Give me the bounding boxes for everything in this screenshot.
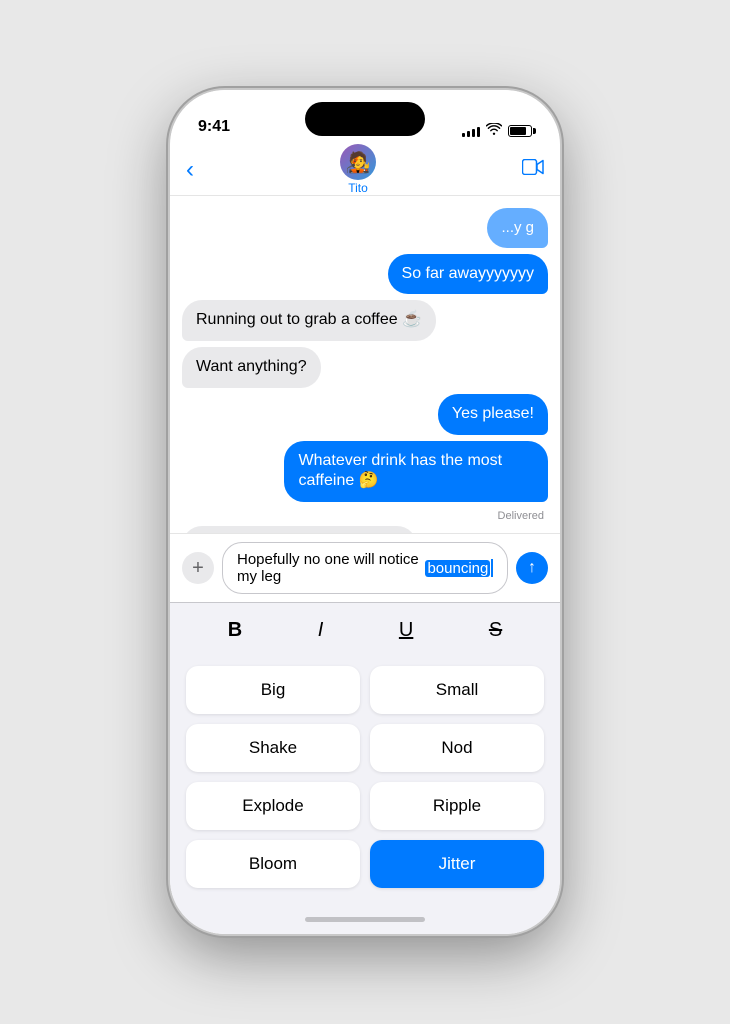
effect-jitter-button[interactable]: Jitter bbox=[370, 840, 544, 888]
plus-icon: + bbox=[192, 557, 204, 580]
effects-grid: Big Small Shake Nod Explode Ripple Bloom… bbox=[170, 658, 560, 904]
wifi-icon bbox=[486, 123, 502, 138]
message-row: Running out to grab a coffee ☕ bbox=[182, 300, 548, 341]
effect-bloom-button[interactable]: Bloom bbox=[186, 840, 360, 888]
back-button[interactable]: ‹ bbox=[186, 156, 194, 184]
message-bubble: One triple shot coming up ☕ bbox=[182, 526, 417, 533]
text-cursor bbox=[491, 559, 493, 577]
message-bubble: ...y g bbox=[487, 208, 548, 248]
nav-bar: ‹ 🧑‍🎤 Tito bbox=[170, 144, 560, 196]
message-bubble: Whatever drink has the most caffeine 🤔 bbox=[284, 441, 548, 503]
send-arrow-icon: ↑ bbox=[528, 559, 536, 577]
signal-icon bbox=[462, 125, 480, 137]
phone-screen: 9:41 bbox=[170, 90, 560, 934]
status-icons bbox=[462, 123, 532, 138]
message-row: ...y g bbox=[182, 208, 548, 248]
message-bubble: Want anything? bbox=[182, 347, 321, 388]
message-bubble: So far awayyyyyyy bbox=[388, 254, 548, 295]
effect-explode-button[interactable]: Explode bbox=[186, 782, 360, 830]
input-row: + Hopefully no one will notice my leg bo… bbox=[182, 542, 548, 594]
send-button[interactable]: ↑ bbox=[516, 552, 548, 584]
message-row: So far awayyyyyyy bbox=[182, 254, 548, 295]
input-area: + Hopefully no one will notice my leg bo… bbox=[170, 533, 560, 602]
italic-button[interactable]: I bbox=[306, 615, 336, 646]
message-row: Yes please! bbox=[182, 394, 548, 435]
battery-icon bbox=[508, 125, 532, 137]
message-row: Whatever drink has the most caffeine 🤔 bbox=[182, 441, 548, 503]
messages-area: ...y g So far awayyyyyyy Running out to … bbox=[170, 196, 560, 533]
bold-button[interactable]: B bbox=[216, 615, 254, 646]
avatar: 🧑‍🎤 bbox=[340, 144, 376, 180]
input-text-selected: bouncing bbox=[425, 560, 490, 577]
home-bar bbox=[305, 917, 425, 922]
strikethrough-button[interactable]: S bbox=[477, 615, 514, 646]
message-input[interactable]: Hopefully no one will notice my leg boun… bbox=[222, 542, 508, 594]
nav-actions bbox=[522, 158, 544, 181]
effect-nod-button[interactable]: Nod bbox=[370, 724, 544, 772]
effect-ripple-button[interactable]: Ripple bbox=[370, 782, 544, 830]
effect-big-button[interactable]: Big bbox=[186, 666, 360, 714]
delivered-label: Delivered bbox=[182, 510, 544, 522]
input-text-before: Hopefully no one will notice my leg bbox=[237, 551, 425, 585]
status-time: 9:41 bbox=[198, 118, 230, 138]
format-toolbar: B I U S bbox=[170, 602, 560, 658]
message-row: Want anything? bbox=[182, 347, 548, 388]
effect-shake-button[interactable]: Shake bbox=[186, 724, 360, 772]
contact-info[interactable]: 🧑‍🎤 Tito bbox=[340, 144, 376, 195]
message-bubble: Running out to grab a coffee ☕ bbox=[182, 300, 436, 341]
dynamic-island bbox=[305, 102, 425, 136]
underline-button[interactable]: U bbox=[387, 615, 425, 646]
message-bubble: Yes please! bbox=[438, 394, 548, 435]
effect-small-button[interactable]: Small bbox=[370, 666, 544, 714]
home-indicator bbox=[170, 904, 560, 934]
phone-frame: 9:41 bbox=[170, 90, 560, 934]
video-call-icon[interactable] bbox=[522, 158, 544, 181]
add-button[interactable]: + bbox=[182, 552, 214, 584]
contact-name: Tito bbox=[348, 181, 368, 195]
message-row: One triple shot coming up ☕ bbox=[182, 526, 548, 533]
